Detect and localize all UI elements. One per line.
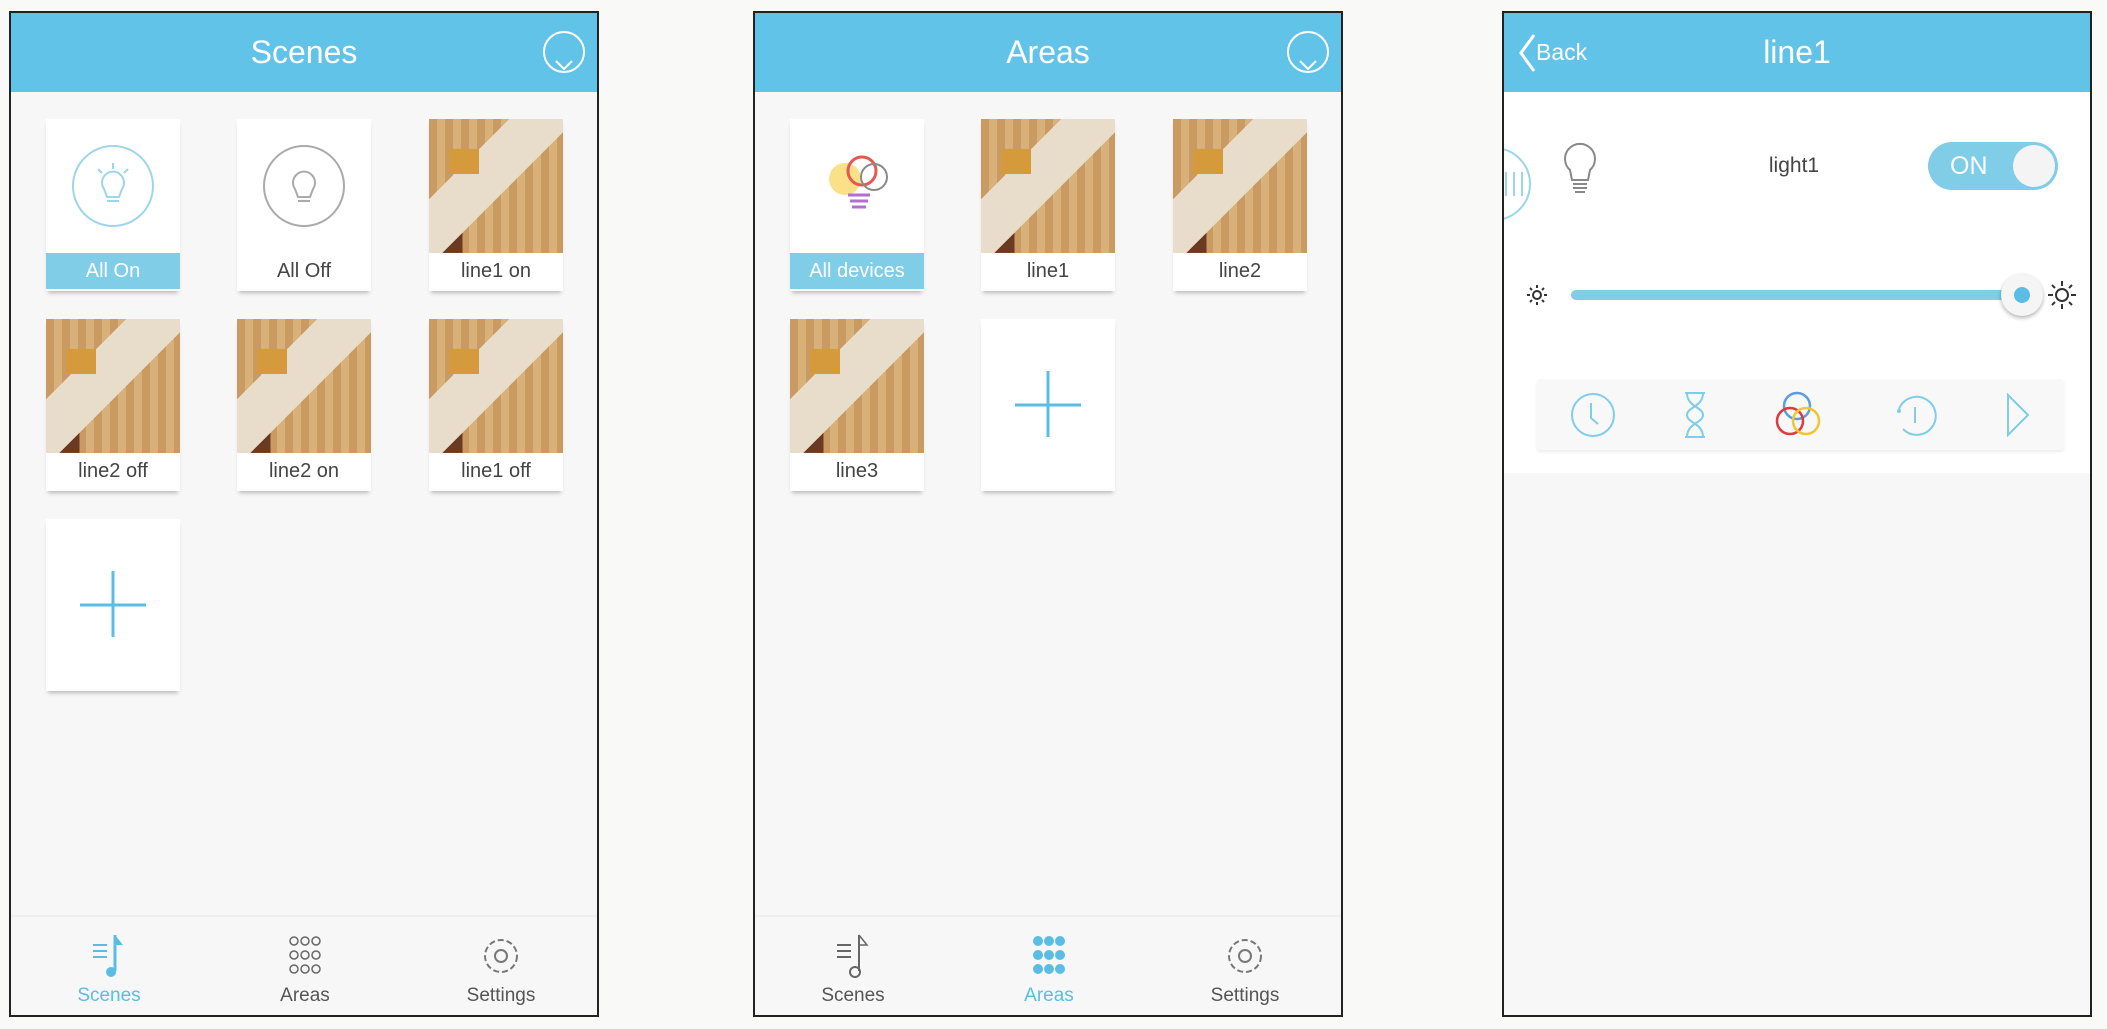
tab-settings[interactable]: Settings (1147, 917, 1341, 1015)
scene-label: line2 on (268, 460, 340, 482)
function-toolbar (1537, 379, 2064, 450)
back-button[interactable]: Back (1518, 13, 1587, 92)
plus-icon (1015, 371, 1081, 437)
room-photo (429, 119, 563, 253)
room-photo (429, 319, 563, 453)
scene-label: All Off (276, 260, 332, 282)
side-handle-icon[interactable] (1502, 144, 1538, 224)
tab-label: Scenes (77, 985, 141, 1006)
hourglass-icon[interactable] (1680, 390, 1710, 440)
scenes-icon (837, 934, 869, 978)
device-card: light1 ON (1504, 92, 2090, 473)
area-tile-line1[interactable]: line1 (981, 119, 1115, 291)
gear-icon (484, 939, 518, 973)
room-photo (46, 319, 180, 453)
scene-tile-line1-on[interactable]: line1 on (429, 119, 563, 291)
scene-tile-line1-off[interactable]: line1 off (429, 319, 563, 491)
bulb-off-icon (263, 145, 345, 227)
scene-tile-line2-off[interactable]: line2 off (46, 319, 180, 491)
page-title: Areas (1006, 34, 1090, 70)
slider-fill (1571, 290, 2031, 300)
play-icon[interactable] (2002, 390, 2032, 440)
areas-screen: Areas All devices line1 line2 line3 Scen… (753, 11, 1343, 1017)
bulb-icon (1564, 142, 1596, 193)
room-photo (1173, 119, 1307, 253)
slider-thumb[interactable] (2001, 274, 2043, 316)
add-area-button[interactable] (981, 319, 1115, 491)
brightness-high-icon (2048, 281, 2076, 309)
bulb-on-icon (72, 145, 154, 227)
scene-tile-all-on[interactable]: All On (46, 119, 180, 291)
area-label: All devices (790, 253, 924, 289)
scenes-icon (93, 935, 123, 977)
color-circles-icon[interactable] (1773, 388, 1827, 442)
area-label: line1 (1026, 260, 1070, 282)
tab-settings[interactable]: Settings (403, 917, 597, 1015)
room-photo (790, 319, 924, 453)
room-photo (237, 319, 371, 453)
brightness-slider[interactable] (1571, 274, 2043, 316)
area-tile-line3[interactable]: line3 (790, 319, 924, 491)
area-tile-all-devices[interactable]: All devices (790, 119, 924, 291)
scene-label: All On (46, 253, 180, 289)
device-detail-screen: Back line1 light1 ON (1502, 11, 2092, 1017)
power-toggle[interactable]: ON (1928, 142, 2058, 190)
area-label: line2 (1218, 260, 1262, 282)
scene-label: line2 off (78, 460, 148, 482)
area-label: line3 (835, 460, 879, 482)
tab-scenes[interactable]: Scenes (11, 917, 207, 1015)
dropdown-chevron-icon[interactable] (1287, 31, 1329, 73)
scene-label: line1 on (460, 260, 532, 282)
area-tile-line2[interactable]: line2 (1173, 119, 1307, 291)
tab-label: Areas (280, 985, 330, 1006)
tab-areas[interactable]: Areas (951, 917, 1147, 1015)
header: Areas (755, 13, 1341, 92)
header: Back line1 (1504, 13, 2090, 92)
back-label: Back (1536, 39, 1588, 65)
grid-dots-icon (1033, 936, 1065, 974)
page-title: Scenes (250, 34, 358, 70)
tab-label: Scenes (821, 985, 885, 1006)
chevron-left-icon (1519, 33, 1536, 72)
grid-dots-icon (289, 936, 321, 974)
tab-label: Areas (1024, 985, 1074, 1006)
scenes-screen: Scenes All On All Off line1 on line2 off… (9, 11, 599, 1017)
scene-tile-line2-on[interactable]: line2 on (237, 319, 371, 491)
gear-icon (1228, 939, 1262, 973)
toggle-knob (2013, 145, 2055, 187)
tab-bar: Scenes Areas Settings (11, 915, 597, 1015)
dropdown-chevron-icon[interactable] (543, 31, 585, 73)
plus-icon (80, 571, 146, 637)
header: Scenes (11, 13, 597, 92)
tab-label: Settings (1210, 985, 1280, 1006)
tab-label: Settings (466, 985, 536, 1006)
brightness-low-icon (1527, 285, 1547, 305)
page-title: line1 (1763, 34, 1831, 70)
tab-bar: Scenes Areas Settings (755, 915, 1341, 1015)
scene-tile-all-off[interactable]: All Off (237, 119, 371, 291)
clock-icon[interactable] (1569, 391, 1617, 439)
scene-label: line1 off (461, 460, 531, 482)
countdown-icon[interactable] (1891, 391, 1939, 439)
tab-scenes[interactable]: Scenes (755, 917, 951, 1015)
device-name: light1 (1768, 154, 1820, 177)
tab-areas[interactable]: Areas (207, 917, 403, 1015)
multicolor-bulbs-icon (829, 155, 888, 209)
add-scene-button[interactable] (46, 519, 180, 691)
toggle-label: ON (1950, 152, 1988, 180)
room-photo (981, 119, 1115, 253)
